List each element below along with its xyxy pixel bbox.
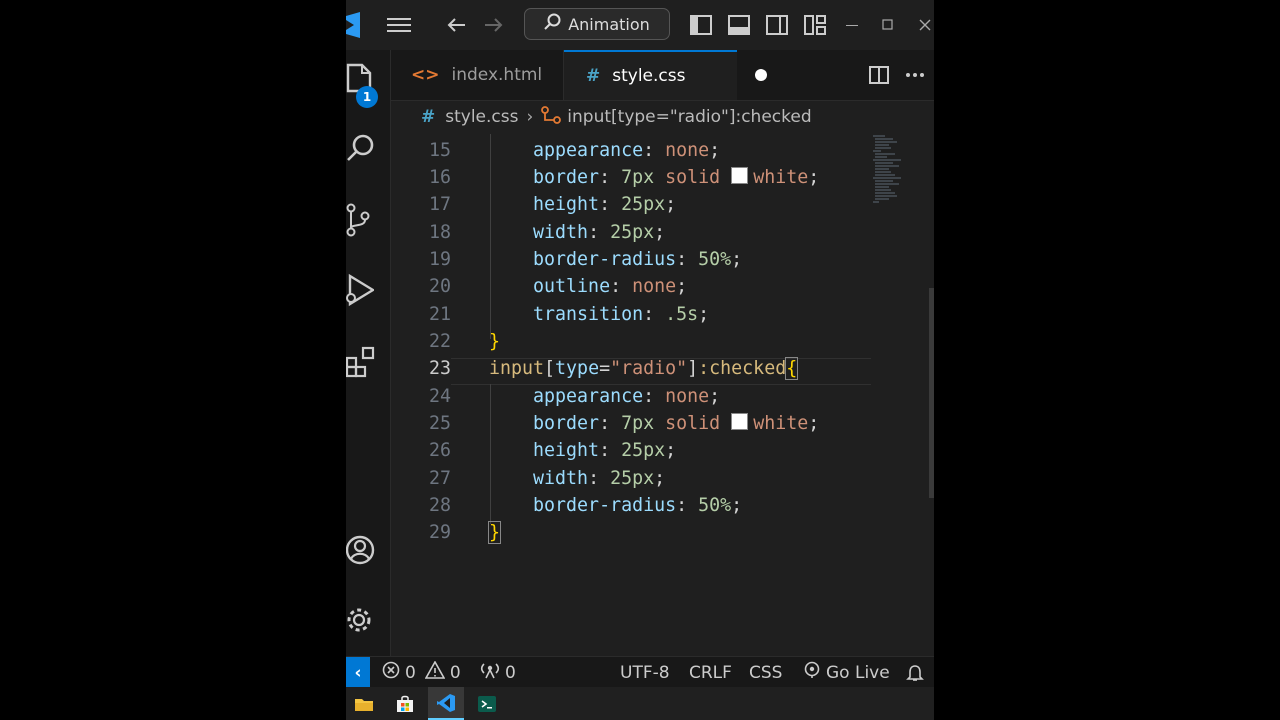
code-line: width: 25px; bbox=[533, 222, 666, 243]
notifications-bell-icon[interactable] bbox=[906, 657, 924, 688]
breadcrumb-symbol[interactable]: input[type="radio"]:checked bbox=[567, 107, 811, 127]
run-debug-icon[interactable] bbox=[346, 268, 390, 312]
tab-index-html[interactable]: <> index.html bbox=[391, 50, 564, 100]
language-mode-selector[interactable]: CSS bbox=[749, 657, 782, 688]
code-line: appearance: none; bbox=[533, 140, 721, 161]
remote-indicator-icon[interactable]: ‹ bbox=[346, 657, 370, 688]
store-icon[interactable] bbox=[387, 687, 423, 720]
go-live-button[interactable]: Go Live bbox=[803, 657, 890, 688]
customize-layout-icon[interactable] bbox=[802, 0, 828, 50]
error-count: 0 bbox=[405, 662, 416, 683]
tab-style-css[interactable]: # style.css bbox=[564, 50, 737, 100]
code-line: border: 7px solid white; bbox=[533, 413, 820, 434]
broadcast-icon bbox=[480, 661, 500, 684]
settings-gear-icon[interactable] bbox=[346, 598, 390, 642]
file-explorer-icon[interactable] bbox=[346, 687, 382, 720]
extensions-icon[interactable] bbox=[346, 340, 390, 384]
code-line: transition: .5s; bbox=[533, 304, 710, 325]
status-bar: ‹ 0 0 0 UTF-8 CRLF CSS Go Live bbox=[346, 656, 934, 688]
toggle-panel-icon[interactable] bbox=[726, 0, 752, 50]
css-file-icon: # bbox=[586, 66, 601, 86]
code-line: outline: none; bbox=[533, 276, 688, 297]
line-number: 28 bbox=[428, 495, 451, 516]
search-label: Animation bbox=[568, 14, 650, 34]
line-number: 27 bbox=[428, 468, 451, 489]
line-number: 25 bbox=[428, 413, 451, 434]
back-arrow-icon[interactable] bbox=[442, 0, 470, 50]
menu-icon[interactable] bbox=[382, 0, 416, 50]
broadcast-icon bbox=[803, 661, 821, 684]
toggle-primary-sidebar-icon[interactable] bbox=[688, 0, 714, 50]
terminal-icon[interactable] bbox=[469, 687, 505, 720]
source-control-icon[interactable] bbox=[346, 198, 390, 242]
breadcrumb-file[interactable]: style.css bbox=[445, 107, 518, 127]
vertical-scrollbar[interactable] bbox=[929, 288, 934, 498]
line-number: 29 bbox=[428, 522, 451, 543]
split-editor-icon[interactable] bbox=[869, 50, 889, 100]
code-line: border-radius: 50%; bbox=[533, 249, 743, 270]
line-number: 16 bbox=[428, 167, 451, 188]
color-swatch-icon[interactable] bbox=[731, 413, 749, 430]
line-number: 17 bbox=[428, 194, 451, 215]
vscode-taskbar-icon[interactable] bbox=[428, 687, 464, 720]
minimap[interactable] bbox=[871, 134, 931, 214]
ports-count: 0 bbox=[505, 662, 516, 683]
accounts-icon[interactable] bbox=[346, 528, 390, 572]
tab-label: style.css bbox=[612, 66, 686, 86]
line-number-current: 23 bbox=[428, 358, 451, 379]
code-line: height: 25px; bbox=[533, 194, 677, 215]
line-number: 21 bbox=[428, 304, 451, 325]
warning-count: 0 bbox=[449, 662, 461, 683]
css-file-icon: # bbox=[421, 107, 436, 127]
ports-indicator[interactable]: 0 bbox=[480, 657, 516, 688]
line-number: 19 bbox=[428, 249, 451, 270]
command-center-search[interactable]: Animation bbox=[524, 8, 670, 40]
close-icon[interactable] bbox=[916, 0, 934, 50]
minimize-icon[interactable] bbox=[842, 0, 862, 50]
line-number: 18 bbox=[428, 222, 451, 243]
problems-indicator[interactable]: 0 0 bbox=[382, 657, 461, 688]
forward-arrow-icon[interactable] bbox=[480, 0, 508, 50]
line-number: 20 bbox=[428, 276, 451, 297]
vscode-logo-icon bbox=[346, 0, 360, 50]
unsaved-dot-icon[interactable] bbox=[755, 69, 767, 81]
vscode-window: Animation 1 <> index.html # style.css # … bbox=[346, 0, 934, 720]
toggle-secondary-sidebar-icon[interactable] bbox=[764, 0, 790, 50]
code-line: appearance: none; bbox=[533, 386, 721, 407]
activity-bar: 1 bbox=[346, 50, 391, 656]
error-icon bbox=[382, 661, 400, 684]
taskbar bbox=[346, 687, 934, 720]
code-line: } bbox=[489, 331, 501, 352]
tab-label: index.html bbox=[451, 65, 543, 85]
color-swatch-icon[interactable] bbox=[731, 167, 749, 184]
explorer-badge: 1 bbox=[356, 86, 378, 108]
code-line: height: 25px; bbox=[533, 440, 677, 461]
code-line: } bbox=[487, 521, 502, 544]
html-file-icon: <> bbox=[411, 65, 440, 85]
search-icon[interactable] bbox=[346, 126, 390, 170]
go-live-label: Go Live bbox=[826, 662, 890, 683]
search-icon bbox=[544, 13, 562, 35]
breadcrumb: # style.css › input[type="radio"]:checke… bbox=[391, 101, 934, 133]
editor-tab-bar: <> index.html # style.css bbox=[391, 50, 934, 101]
line-number: 24 bbox=[428, 386, 451, 407]
maximize-icon[interactable] bbox=[878, 0, 898, 50]
title-bar: Animation bbox=[346, 0, 934, 50]
warning-icon bbox=[424, 660, 446, 684]
eol-selector[interactable]: CRLF bbox=[689, 657, 732, 688]
more-actions-icon[interactable] bbox=[905, 50, 925, 100]
code-editor[interactable]: 15 16 17 18 19 20 21 22 23 24 25 26 27 2… bbox=[391, 134, 934, 656]
chevron-right-icon: › bbox=[526, 107, 534, 127]
selector-symbol-icon bbox=[541, 105, 562, 129]
line-number: 22 bbox=[428, 331, 451, 352]
code-line: width: 25px; bbox=[533, 468, 666, 489]
line-number: 26 bbox=[428, 440, 451, 461]
code-line: border: 7px solid white; bbox=[533, 167, 820, 188]
line-number: 15 bbox=[428, 140, 451, 161]
code-line-current: input[type="radio"]:checked{ bbox=[489, 357, 799, 380]
encoding-selector[interactable]: UTF-8 bbox=[620, 657, 670, 688]
code-line: border-radius: 50%; bbox=[533, 495, 743, 516]
